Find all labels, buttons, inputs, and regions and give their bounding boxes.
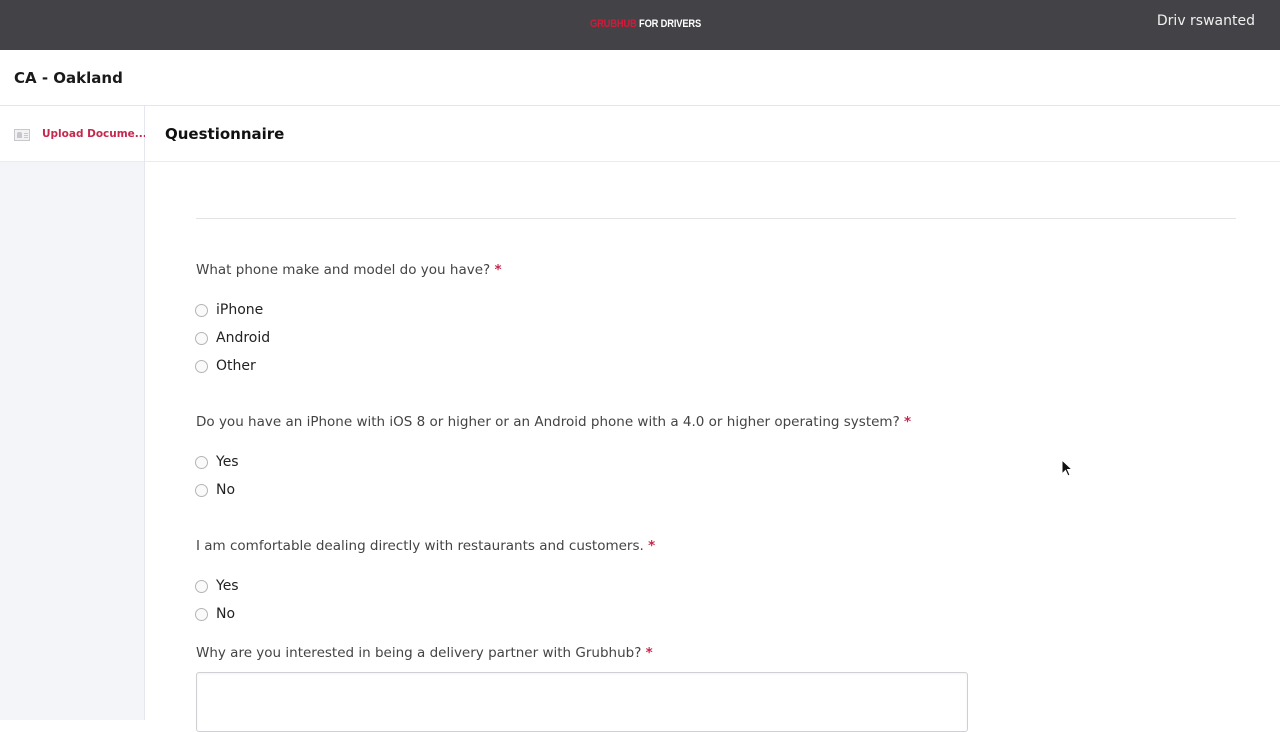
id-card-icon <box>14 129 30 141</box>
radio-option-os-yes[interactable]: Yes <box>195 454 239 470</box>
radio-option-android[interactable]: Android <box>195 330 270 346</box>
location-header: CA - Oakland <box>0 50 1280 106</box>
sidebar-item-label: Upload Docume... <box>42 128 147 140</box>
city-title: CA - Oakland <box>14 69 123 87</box>
mouse-pointer-icon <box>1061 459 1074 477</box>
sidebar-item-upload-documents[interactable]: Upload Docume... <box>0 106 147 162</box>
radio-button[interactable] <box>195 359 208 373</box>
option-label: Android <box>216 330 271 346</box>
radio-button[interactable] <box>195 483 208 497</box>
question-label: I am comfortable dealing directly with r… <box>196 538 644 554</box>
question-why-interested: Why are you interested in being a delive… <box>196 645 653 661</box>
radio-button[interactable] <box>195 579 208 593</box>
radio-option-other[interactable]: Other <box>195 358 256 374</box>
option-label: Yes <box>216 454 239 470</box>
radio-option-iphone[interactable]: iPhone <box>195 302 263 318</box>
user-menu[interactable]: Driv rswanted <box>1157 13 1255 29</box>
sidebar: Upload Docume... <box>0 106 147 720</box>
option-label: Other <box>216 358 256 374</box>
question-label: What phone make and model do you have? <box>196 262 491 278</box>
option-label: iPhone <box>216 302 264 318</box>
section-divider <box>196 218 1236 219</box>
option-label: No <box>216 482 236 498</box>
page-title: Questionnaire <box>165 125 285 143</box>
required-asterisk: * <box>648 538 656 554</box>
required-asterisk: * <box>904 414 912 430</box>
radio-option-comfortable-no[interactable]: No <box>195 606 235 622</box>
option-label: No <box>216 606 236 622</box>
radio-button[interactable] <box>195 455 208 469</box>
radio-button[interactable] <box>195 331 208 345</box>
radio-option-os-no[interactable]: No <box>195 482 235 498</box>
required-asterisk: * <box>494 262 502 278</box>
question-comfortable-dealing: I am comfortable dealing directly with r… <box>196 538 655 554</box>
option-label: Yes <box>216 578 239 594</box>
required-asterisk: * <box>645 645 653 661</box>
radio-button[interactable] <box>195 607 208 621</box>
question-phone-model: What phone make and model do you have? * <box>196 262 502 278</box>
brand-for-drivers: FOR DRIVERS <box>636 18 702 30</box>
top-navigation-bar: GRUBHUB FOR DRIVERS Driv rswanted <box>0 0 1280 50</box>
main-header: Questionnaire <box>145 106 1280 162</box>
why-interested-textarea[interactable] <box>196 672 968 732</box>
question-os-version: Do you have an iPhone with iOS 8 or high… <box>196 414 911 430</box>
radio-option-comfortable-yes[interactable]: Yes <box>195 578 239 594</box>
question-label: Do you have an iPhone with iOS 8 or high… <box>196 414 900 430</box>
grubhub-for-drivers-logo[interactable]: GRUBHUB FOR DRIVERS <box>590 18 701 30</box>
question-label: Why are you interested in being a delive… <box>196 645 642 661</box>
radio-button[interactable] <box>195 303 208 317</box>
brand-grubhub: GRUBHUB <box>590 18 637 30</box>
